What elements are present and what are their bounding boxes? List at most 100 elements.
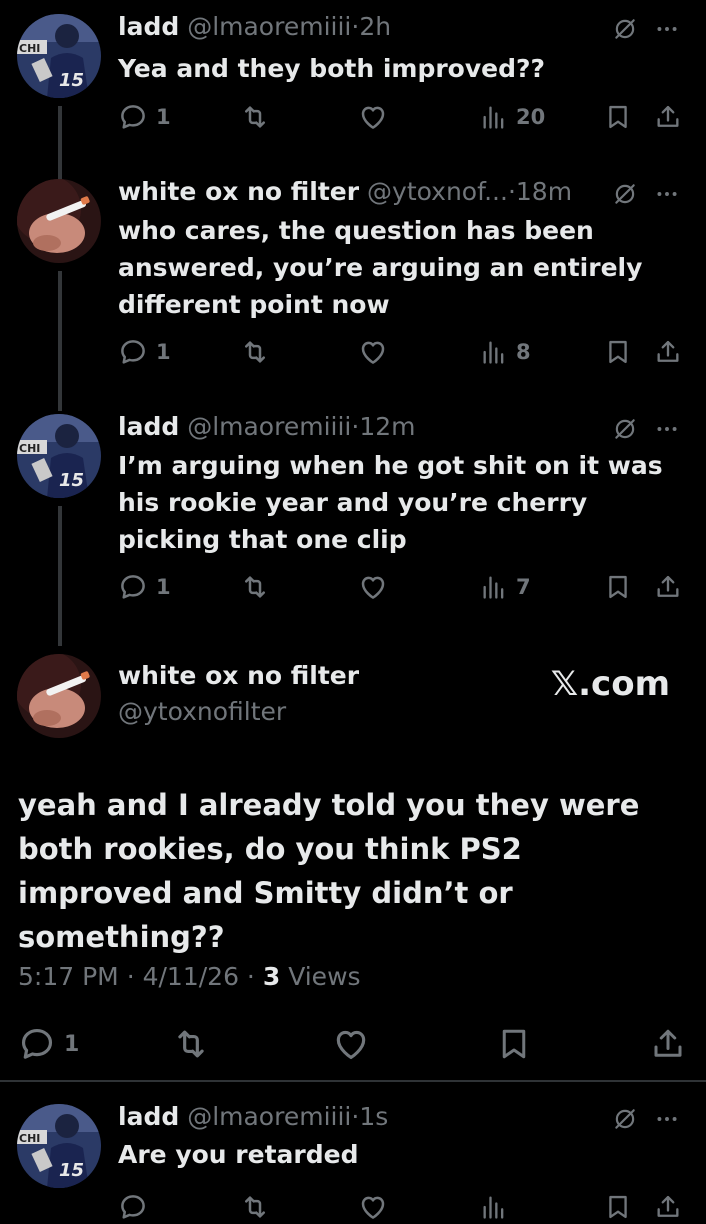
retweet-button[interactable] [240, 100, 270, 134]
reply-button[interactable]: 1 [118, 570, 171, 604]
reply-count: 1 [156, 340, 171, 364]
avatar[interactable] [17, 654, 101, 738]
share-icon [654, 103, 682, 131]
avatar[interactable] [17, 14, 101, 98]
reply-icon [118, 572, 148, 602]
share-button[interactable] [654, 335, 682, 369]
bookmark-icon [604, 1193, 632, 1221]
separator: · [507, 177, 516, 206]
post-time[interactable]: 5:17 PM [18, 962, 119, 991]
reply-button[interactable]: 1 [18, 1024, 79, 1064]
bookmark-button[interactable] [604, 570, 632, 604]
views-button[interactable]: 7 [480, 570, 531, 604]
bookmark-button[interactable] [496, 1024, 532, 1064]
user-handle[interactable]: @lmaoremiiii [187, 1102, 351, 1131]
retweet-button[interactable] [240, 335, 270, 369]
retweet-icon [240, 337, 270, 367]
views-button[interactable] [480, 1190, 508, 1224]
share-icon [654, 1193, 682, 1221]
tweet-header: ladd @lmaoremiiii·12m [118, 410, 415, 444]
views-button[interactable]: 8 [480, 335, 531, 369]
share-button[interactable] [650, 1024, 686, 1064]
share-icon [654, 573, 682, 601]
more-icon[interactable] [654, 416, 680, 442]
grok-icon[interactable] [612, 181, 638, 207]
avatar[interactable] [17, 179, 101, 263]
share-button[interactable] [654, 1190, 682, 1224]
retweet-button[interactable] [172, 1024, 210, 1064]
grok-icon[interactable] [612, 1106, 638, 1132]
views-count: 7 [516, 575, 531, 599]
tweet-text: Are you retarded [118, 1140, 359, 1169]
share-button[interactable] [654, 570, 682, 604]
tweet-header: ladd @lmaoremiiii·2h [118, 10, 391, 44]
bookmark-icon [604, 103, 632, 131]
reply-button[interactable]: 1 [118, 100, 171, 134]
like-button[interactable] [358, 335, 388, 369]
user-handle[interactable]: @ytoxnofilter [118, 694, 359, 730]
display-name[interactable]: white ox no filter [118, 658, 359, 694]
timestamp[interactable]: 1s [359, 1102, 388, 1131]
views-icon [480, 1193, 508, 1221]
tweet-meta: 5:17 PM · 4/11/26 · 3 Views [18, 962, 361, 991]
more-icon[interactable] [654, 181, 680, 207]
reply-tweet[interactable]: ladd @lmaoremiiii·1s Are you retarded [0, 1100, 706, 1200]
views-count: 3 [262, 962, 281, 991]
bookmark-button[interactable] [604, 100, 632, 134]
timestamp[interactable]: 18m [516, 177, 572, 206]
divider [0, 1080, 706, 1082]
reply-icon [118, 1192, 148, 1222]
share-icon [650, 1026, 686, 1062]
bookmark-button[interactable] [604, 1190, 632, 1224]
reply-button[interactable] [118, 1190, 148, 1224]
grok-icon[interactable] [612, 16, 638, 42]
heart-icon [358, 572, 388, 602]
views-button[interactable]: 20 [480, 100, 545, 134]
user-handle[interactable]: @lmaoremiiii [187, 412, 351, 441]
reply-count: 1 [64, 1031, 80, 1057]
reply-tweet[interactable]: ladd @lmaoremiiii·12m I’m arguing when h… [0, 410, 706, 646]
grok-icon[interactable] [612, 416, 638, 442]
reply-icon [18, 1025, 56, 1063]
post-date[interactable]: 4/11/26 [143, 962, 239, 991]
reply-tweet[interactable]: white ox no filter @ytoxnof...·18m who c… [0, 175, 706, 411]
tweet-text: Yea and they both improved?? [118, 54, 546, 83]
reply-button[interactable]: 1 [118, 335, 171, 369]
retweet-button[interactable] [240, 570, 270, 604]
display-name[interactable]: ladd [118, 1102, 179, 1131]
separator: · [126, 962, 135, 991]
avatar[interactable] [17, 1104, 101, 1188]
tweet-header: white ox no filter @ytoxnofilter [118, 658, 359, 730]
x-brand-watermark: 𝕏.com [550, 664, 670, 704]
bookmark-icon [604, 338, 632, 366]
like-button[interactable] [358, 100, 388, 134]
reply-count: 1 [156, 105, 171, 129]
views-icon [480, 573, 508, 601]
avatar[interactable] [17, 414, 101, 498]
retweet-button[interactable] [240, 1190, 270, 1224]
views-label: Views [288, 962, 361, 991]
like-button[interactable] [358, 570, 388, 604]
like-button[interactable] [358, 1190, 388, 1224]
tweet-text: I’m arguing when he got shit on it was h… [118, 451, 663, 554]
timestamp[interactable]: 12m [359, 412, 415, 441]
retweet-icon [240, 572, 270, 602]
reply-icon [118, 102, 148, 132]
reply-count: 1 [156, 575, 171, 599]
user-handle[interactable]: @ytoxnof... [367, 177, 508, 206]
views-count: 20 [516, 105, 546, 129]
display-name[interactable]: ladd [118, 412, 179, 441]
tweet-header: white ox no filter @ytoxnof...·18m [118, 175, 572, 209]
user-handle[interactable]: @lmaoremiiii [187, 12, 351, 41]
share-button[interactable] [654, 100, 682, 134]
more-icon[interactable] [654, 1106, 680, 1132]
display-name[interactable]: white ox no filter [118, 177, 359, 206]
more-icon[interactable] [654, 16, 680, 42]
display-name[interactable]: ladd [118, 12, 179, 41]
bookmark-button[interactable] [604, 335, 632, 369]
like-button[interactable] [332, 1024, 370, 1064]
tweet-text: who cares, the question has been answere… [118, 216, 643, 319]
reply-tweet[interactable]: ladd @lmaoremiiii·2h Yea and they both i… [0, 10, 706, 180]
timestamp[interactable]: 2h [359, 12, 391, 41]
separator: · [246, 962, 255, 991]
